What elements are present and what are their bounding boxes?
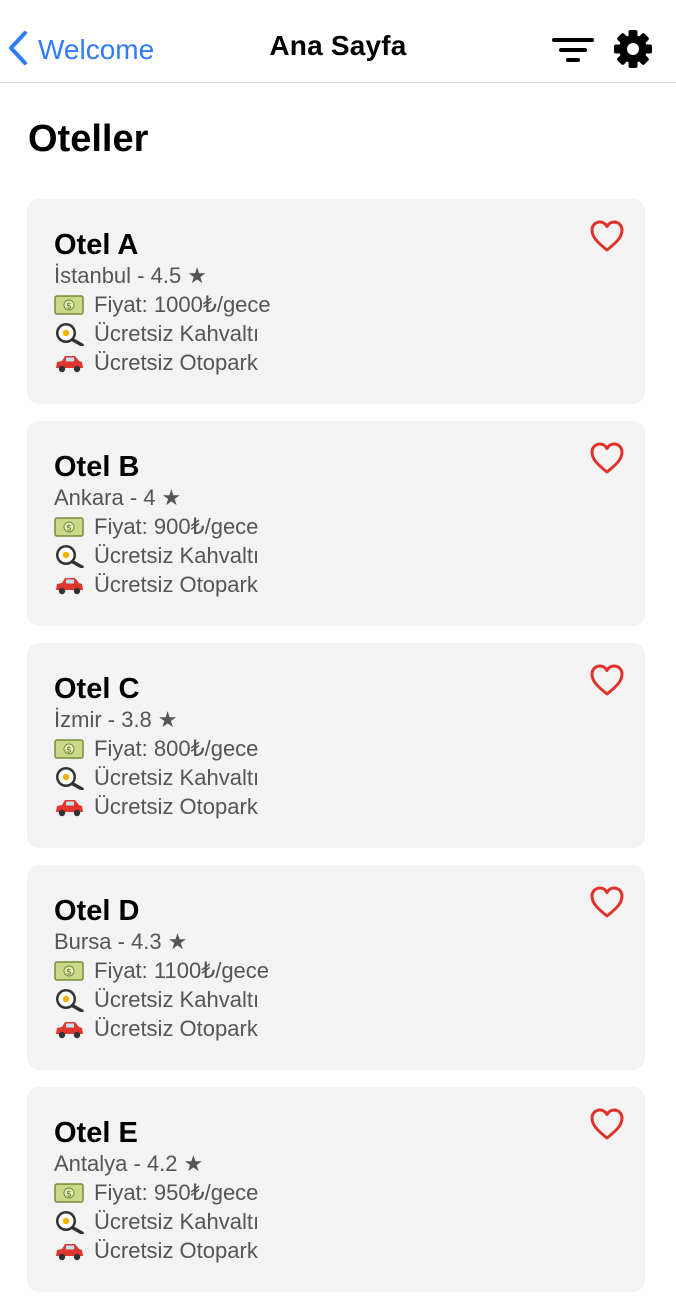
- hotel-location-rating: İzmir - 3.8 ★: [54, 705, 259, 734]
- frying-pan-icon: [56, 988, 84, 1012]
- heart-outline-icon: [590, 1108, 624, 1140]
- breakfast-text: Ücretsiz Kahvaltı: [94, 321, 260, 346]
- hotel-name: Otel B: [54, 451, 140, 483]
- star-icon: ★: [167, 929, 188, 954]
- car-icon: [56, 799, 83, 816]
- hotel-name: Otel E: [54, 1117, 138, 1149]
- hotel-card[interactable]: Otel D Bursa - 4.3 ★ $ Fiyat: 1100₺/gece Ü…: [27, 865, 645, 1070]
- breakfast-text: Ücretsiz Kahvaltı: [94, 987, 260, 1012]
- frying-pan-icon: [56, 322, 84, 346]
- heart-outline-icon: [590, 220, 624, 252]
- favorite-button[interactable]: [589, 663, 625, 697]
- hotel-price: $ Fiyat: 1100₺/gece: [54, 956, 269, 985]
- star-icon: ★: [161, 485, 182, 510]
- car-icon: [56, 577, 83, 594]
- hotel-parking: Ücretsiz Otopark: [54, 570, 259, 599]
- price-text: Fiyat: 900₺/gece: [94, 514, 259, 539]
- settings-button[interactable]: [610, 26, 656, 72]
- star-icon: ★: [187, 263, 207, 288]
- filter-icon: [552, 38, 594, 62]
- hotel-card[interactable]: Otel A İstanbul - 4.5 ★ $ Fiyat: 1000₺/gec…: [27, 199, 645, 404]
- breakfast-text: Ücretsiz Kahvaltı: [94, 543, 260, 568]
- car-icon: [56, 1243, 83, 1260]
- svg-text:$: $: [66, 1189, 72, 1199]
- hotel-name: Otel D: [54, 895, 140, 927]
- price-text: Fiyat: 1000₺/gece: [94, 292, 271, 317]
- hotel-name: Otel C: [54, 673, 140, 705]
- gear-icon: [614, 30, 652, 68]
- heart-outline-icon: [590, 442, 624, 474]
- hotel-card[interactable]: Otel B Ankara - 4 ★ $ Fiyat: 900₺/gece Ücr…: [27, 421, 645, 626]
- frying-pan-icon: [56, 766, 84, 790]
- price-text: Fiyat: 950₺/gece: [94, 1180, 259, 1205]
- favorite-button[interactable]: [589, 441, 625, 475]
- location-rating-text: Bursa - 4.3: [54, 929, 162, 954]
- location-rating-text: İzmir - 3.8: [54, 707, 152, 732]
- parking-text: Ücretsiz Otopark: [94, 572, 258, 597]
- hotel-card[interactable]: Otel C İzmir - 3.8 ★ $ Fiyat: 800₺/gece Üc…: [27, 643, 645, 848]
- hotel-breakfast: Ücretsiz Kahvaltı: [54, 763, 259, 792]
- hotel-location-rating: İstanbul - 4.5 ★: [54, 261, 271, 290]
- hotel-parking: Ücretsiz Otopark: [54, 792, 259, 821]
- heart-outline-icon: [590, 664, 624, 696]
- price-text: Fiyat: 800₺/gece: [94, 736, 259, 761]
- hotel-parking: Ücretsiz Otopark: [54, 1236, 259, 1265]
- frying-pan-icon: [56, 1210, 84, 1234]
- parking-text: Ücretsiz Otopark: [94, 350, 258, 375]
- price-text: Fiyat: 1100₺/gece: [94, 958, 270, 983]
- section-title: Oteller: [28, 118, 149, 160]
- heart-outline-icon: [590, 886, 624, 918]
- hotel-breakfast: Ücretsiz Kahvaltı: [54, 1207, 259, 1236]
- hotel-parking: Ücretsiz Otopark: [54, 1014, 269, 1043]
- svg-text:$: $: [66, 523, 72, 533]
- money-icon: $: [54, 516, 84, 537]
- star-icon: ★: [183, 1151, 204, 1176]
- svg-text:$: $: [66, 301, 72, 311]
- frying-pan-icon: [56, 544, 84, 568]
- location-rating-text: İstanbul - 4.5: [54, 263, 182, 288]
- money-icon: $: [54, 960, 84, 981]
- hotel-list: Otel A İstanbul - 4.5 ★ $ Fiyat: 1000₺/gec…: [27, 199, 645, 1309]
- location-rating-text: Antalya - 4.2: [54, 1151, 178, 1176]
- breakfast-text: Ücretsiz Kahvaltı: [94, 765, 260, 790]
- hotel-breakfast: Ücretsiz Kahvaltı: [54, 985, 269, 1014]
- hotel-location-rating: Ankara - 4 ★: [54, 483, 259, 512]
- favorite-button[interactable]: [589, 219, 625, 253]
- car-icon: [56, 355, 83, 372]
- favorite-button[interactable]: [589, 1107, 625, 1141]
- navigation-bar: Welcome Ana Sayfa: [0, 0, 676, 83]
- money-icon: $: [54, 738, 84, 759]
- svg-text:$: $: [66, 967, 72, 977]
- hotel-parking: Ücretsiz Otopark: [54, 348, 271, 377]
- breakfast-text: Ücretsiz Kahvaltı: [94, 1209, 260, 1234]
- hotel-name: Otel A: [54, 229, 139, 261]
- parking-text: Ücretsiz Otopark: [94, 794, 258, 819]
- hotel-location-rating: Bursa - 4.3 ★: [54, 927, 269, 956]
- location-rating-text: Ankara - 4: [54, 485, 156, 510]
- svg-text:$: $: [66, 745, 72, 755]
- hotel-location-rating: Antalya - 4.2 ★: [54, 1149, 259, 1178]
- hotel-price: $ Fiyat: 900₺/gece: [54, 512, 259, 541]
- hotel-price: $ Fiyat: 950₺/gece: [54, 1178, 259, 1207]
- favorite-button[interactable]: [589, 885, 625, 919]
- hotel-price: $ Fiyat: 800₺/gece: [54, 734, 259, 763]
- parking-text: Ücretsiz Otopark: [94, 1016, 258, 1041]
- star-icon: ★: [157, 707, 178, 732]
- filter-button[interactable]: [550, 30, 596, 70]
- car-icon: [56, 1021, 83, 1038]
- hotel-breakfast: Ücretsiz Kahvaltı: [54, 541, 259, 570]
- hotel-price: $ Fiyat: 1000₺/gece: [54, 290, 271, 319]
- money-icon: $: [54, 1182, 84, 1203]
- money-icon: $: [54, 294, 84, 315]
- hotel-card[interactable]: Otel E Antalya - 4.2 ★ $ Fiyat: 950₺/gece …: [27, 1087, 645, 1292]
- hotel-breakfast: Ücretsiz Kahvaltı: [54, 319, 271, 348]
- parking-text: Ücretsiz Otopark: [94, 1238, 258, 1263]
